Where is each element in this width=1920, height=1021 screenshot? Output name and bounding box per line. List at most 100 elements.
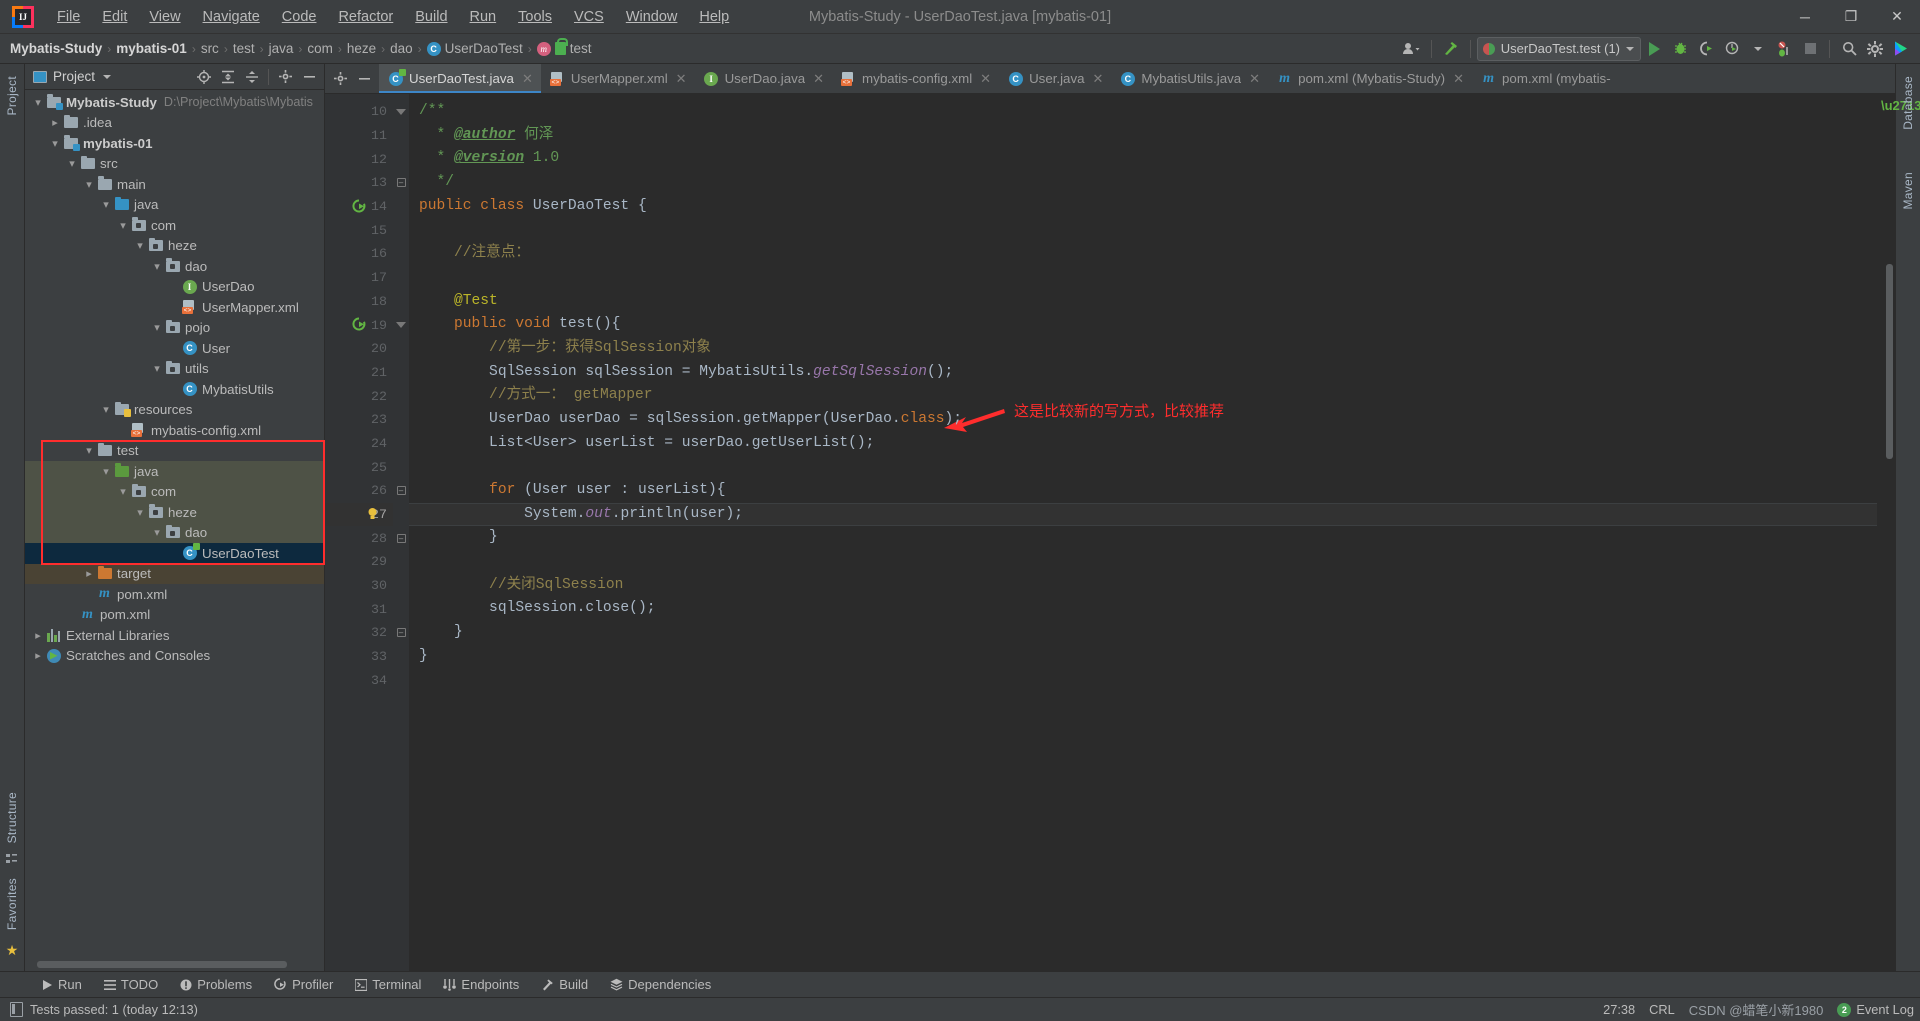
tree-node-userdao[interactable]: I UserDao (25, 277, 324, 298)
breadcrumb-item-com[interactable]: com (307, 41, 333, 56)
tool-window-bar[interactable]: Run TODO Problems Profiler Terminal Endpoints… (0, 971, 1920, 997)
tool-window-problems[interactable]: Problems (169, 972, 263, 997)
editor-tab-usermapper-xml[interactable]: <> UserMapper.xml ✕ (541, 64, 695, 93)
tree-node--idea[interactable]: .idea (25, 113, 324, 134)
expand-all-icon[interactable] (217, 66, 239, 88)
code-line-30[interactable]: //关闭SqlSession (409, 574, 1877, 598)
fold-collapse-icon[interactable] (396, 322, 406, 329)
tree-node-mybatis-study[interactable]: Mybatis-Study D:\Project\Mybatis\Mybatis (25, 92, 324, 113)
fold-collapse-icon[interactable] (396, 108, 406, 115)
editor-code-text[interactable]: 这是比较新的写方式，比较推荐 /** * @author 何泽 * @versi… (409, 94, 1877, 971)
gutter-line-31[interactable]: 31 (325, 597, 393, 621)
chevron-down-icon[interactable] (133, 239, 147, 252)
settings-gear-icon[interactable] (274, 66, 296, 88)
rail-item-project[interactable]: Project (5, 70, 19, 121)
gutter-line-17[interactable]: 17 (325, 266, 393, 290)
gutter-line-26[interactable]: 26 (325, 479, 393, 503)
fold-marker-line-19[interactable] (393, 313, 409, 337)
tool-window-todo[interactable]: TODO (93, 972, 169, 997)
gutter-line-20[interactable]: 20 (325, 337, 393, 361)
stop-debug-icon[interactable] (1771, 36, 1797, 62)
breadcrumb-item-heze[interactable]: heze (347, 41, 376, 56)
tool-window-endpoints[interactable]: Endpoints (432, 972, 530, 997)
collapse-all-icon[interactable] (241, 66, 263, 88)
menu-edit[interactable]: Edit (91, 0, 138, 34)
fold-marker-line-28[interactable]: – (393, 526, 409, 550)
chevron-down-icon[interactable] (150, 526, 164, 539)
menu-file[interactable]: File (46, 0, 91, 34)
gutter-line-29[interactable]: 29 (325, 550, 393, 574)
menu-build[interactable]: Build (404, 0, 458, 34)
breadcrumb-item-java[interactable]: java (269, 41, 294, 56)
breadcrumb-item-class[interactable]: UserDaoTest (445, 41, 523, 56)
gutter-line-16[interactable]: 16 (325, 242, 393, 266)
fold-marker-line-13[interactable]: – (393, 171, 409, 195)
run-configuration-selector[interactable]: UserDaoTest.test (1) (1476, 36, 1641, 61)
tree-node-src[interactable]: src (25, 154, 324, 175)
chevron-down-icon[interactable] (150, 321, 164, 334)
chevron-down-icon[interactable] (31, 96, 45, 109)
code-line-27[interactable]: System.out.println(user); (409, 502, 1877, 527)
gutter-line-11[interactable]: 11 (325, 124, 393, 148)
fold-end-icon[interactable]: – (396, 486, 406, 496)
run-gutter-icon[interactable] (352, 317, 367, 332)
code-line-23[interactable]: UserDao userDao = sqlSession.getMapper(U… (409, 408, 1877, 432)
gutter-line-27[interactable]: 27 (325, 502, 393, 527)
code-line-22[interactable]: //方式一： getMapper (409, 384, 1877, 408)
chevron-down-icon[interactable] (150, 362, 164, 375)
tree-node-target[interactable]: target (25, 563, 324, 584)
tree-node-mybatis-config-xml[interactable]: <> mybatis-config.xml (25, 420, 324, 441)
caret-position[interactable]: 27:38 (1603, 1002, 1635, 1017)
tree-node-pom-xml[interactable]: m pom.xml (25, 584, 324, 605)
editor-tab-user-java[interactable]: C User.java ✕ (999, 64, 1111, 93)
menu-navigate[interactable]: Navigate (192, 0, 271, 34)
menu-tools[interactable]: Tools (507, 0, 563, 34)
chevron-right-icon[interactable] (31, 649, 45, 662)
code-line-25[interactable] (409, 455, 1877, 479)
run-gutter-icon[interactable] (352, 199, 367, 214)
code-line-13[interactable]: */ (409, 171, 1877, 195)
code-line-31[interactable]: sqlSession.close(); (409, 597, 1877, 621)
editor-vertical-scrollbar-thumb[interactable] (1886, 264, 1893, 459)
intention-bulb-icon[interactable] (365, 507, 379, 521)
menu-help[interactable]: Help (688, 0, 740, 34)
code-line-29[interactable] (409, 550, 1877, 574)
rail-item-structure[interactable]: Structure (5, 786, 19, 849)
updates-icon[interactable] (1888, 36, 1914, 62)
tool-window-dependencies[interactable]: Dependencies (599, 972, 722, 997)
gutter-line-33[interactable]: 33 (325, 645, 393, 669)
code-line-19[interactable]: public void test(){ (409, 313, 1877, 337)
chevron-down-icon[interactable] (150, 260, 164, 273)
close-tab-icon[interactable]: ✕ (522, 71, 533, 87)
tree-node-com[interactable]: com (25, 215, 324, 236)
editor-tab-userdaotest-java[interactable]: C UserDaoTest.java ✕ (379, 64, 541, 93)
tree-node-mybatisutils[interactable]: C MybatisUtils (25, 379, 324, 400)
code-line-10[interactable]: /** (409, 100, 1877, 124)
hide-icon[interactable] (354, 69, 374, 89)
settings-gear-icon[interactable] (330, 69, 350, 89)
debug-icon[interactable] (1667, 36, 1693, 62)
chevron-down-icon[interactable] (1745, 36, 1771, 62)
tree-node-usermapper-xml[interactable]: <> UserMapper.xml (25, 297, 324, 318)
chevron-down-icon[interactable] (82, 444, 96, 457)
profiler-icon[interactable] (1719, 36, 1745, 62)
close-tab-icon[interactable]: ✕ (676, 71, 687, 87)
gutter-line-14[interactable]: 14 (325, 195, 393, 219)
gutter-line-15[interactable]: 15 (325, 218, 393, 242)
code-line-34[interactable] (409, 669, 1877, 693)
close-tab-icon[interactable]: ✕ (1453, 71, 1464, 87)
gutter-line-12[interactable]: 12 (325, 147, 393, 171)
editor-tab-bar[interactable]: C UserDaoTest.java ✕ <> UserMapper.xml ✕ I User… (325, 64, 1895, 94)
code-line-32[interactable]: } (409, 621, 1877, 645)
chevron-down-icon[interactable] (99, 465, 113, 478)
fold-end-icon[interactable]: – (396, 533, 406, 543)
menu-code[interactable]: Code (271, 0, 328, 34)
locate-icon[interactable] (193, 66, 215, 88)
line-separator[interactable]: CRL (1649, 1002, 1675, 1017)
event-log-button[interactable]: 2 Event Log (1837, 1002, 1914, 1017)
fold-end-icon[interactable]: – (396, 178, 406, 188)
close-button[interactable]: ✕ (1874, 0, 1920, 34)
chevron-down-icon[interactable] (116, 485, 130, 498)
search-everywhere-icon[interactable] (1836, 36, 1862, 62)
menu-vcs[interactable]: VCS (563, 0, 615, 34)
